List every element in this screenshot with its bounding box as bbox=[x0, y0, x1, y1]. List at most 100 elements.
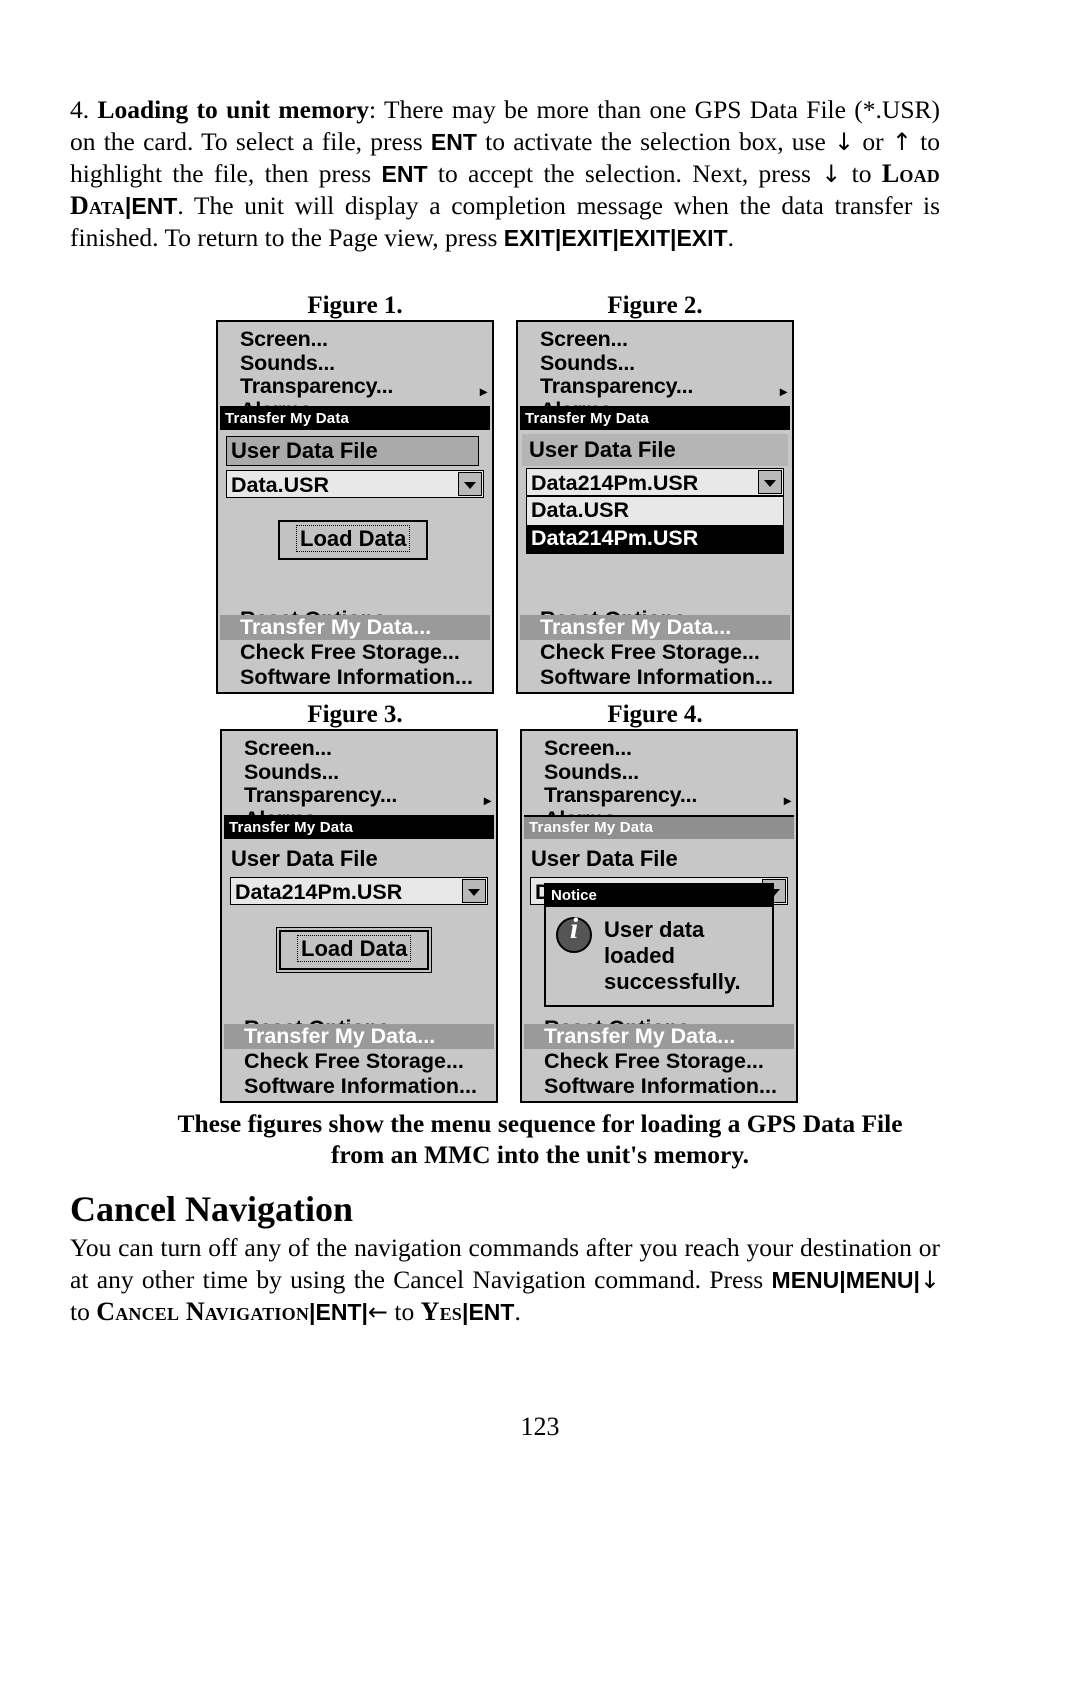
dropdown-option-data-usr[interactable]: Data.USR bbox=[527, 497, 783, 525]
step-bold-lead: Loading to unit memory bbox=[97, 95, 370, 124]
load-data-button[interactable]: Load Data bbox=[278, 520, 429, 560]
menu-item-reset-options-clipped[interactable]: Reset Options... bbox=[244, 1016, 494, 1024]
cn-text-4: . bbox=[514, 1297, 521, 1326]
key-ent-3: ENT bbox=[131, 193, 178, 219]
menu-item-sounds[interactable]: Sounds... bbox=[244, 760, 496, 785]
paragraph-cancel-navigation: You can turn off any of the navigation c… bbox=[70, 1232, 940, 1328]
dialog-title: Transfer My Data bbox=[220, 408, 490, 430]
combo-value: Data214Pm.USR bbox=[235, 880, 403, 904]
combo-value: Data.USR bbox=[231, 473, 329, 497]
figure-4-label: Figure 4. bbox=[607, 701, 703, 728]
notice-dialog: Notice User data loaded successfully. bbox=[544, 883, 774, 1007]
key-exit-3: EXIT bbox=[618, 225, 670, 251]
user-data-file-combo[interactable]: Data214Pm.USR bbox=[230, 877, 488, 905]
arrow-down-2: ↓ bbox=[821, 160, 842, 188]
figure-3-screen: Screen... Sounds... Transparency... Alar… bbox=[220, 729, 498, 1103]
figure-4-menu-list: Screen... Sounds... Transparency... Alar… bbox=[522, 731, 796, 819]
step-text-5: to accept the selection. Next, press bbox=[427, 159, 822, 188]
chevron-down-icon[interactable] bbox=[458, 472, 482, 496]
menu-item-software-information[interactable]: Software Information... bbox=[240, 665, 490, 690]
figure-caption: These figures show the menu sequence for… bbox=[70, 1108, 1010, 1170]
menu-item-check-free-storage[interactable]: Check Free Storage... bbox=[244, 1049, 494, 1074]
key-menu-1: MENU bbox=[771, 1267, 840, 1293]
step-text-2: to activate the selection box, use bbox=[476, 127, 835, 156]
key-ent-2: ENT bbox=[468, 1299, 515, 1325]
scroll-right-arrow: ▸ bbox=[779, 383, 787, 399]
figure-3-bottom-menu: Reset Options... Transfer My Data... Che… bbox=[224, 1016, 494, 1099]
key-ent-1: ENT bbox=[315, 1299, 362, 1325]
menu-item-software-information[interactable]: Software Information... bbox=[244, 1074, 494, 1099]
key-exit-4: EXIT bbox=[676, 225, 728, 251]
combo-value: Data214Pm.USR bbox=[531, 471, 699, 495]
user-data-file-combo[interactable]: Data214Pm.USR bbox=[526, 468, 784, 496]
scroll-right-arrow: ▸ bbox=[783, 792, 791, 808]
user-data-file-combo[interactable]: Data.USR bbox=[226, 470, 484, 498]
notice-line-2: successfully. bbox=[604, 969, 741, 994]
menu-item-transfer-my-data[interactable]: Transfer My Data... bbox=[524, 1024, 794, 1049]
section-heading-cancel-navigation: Cancel Navigation bbox=[70, 1189, 353, 1229]
load-data-button-label: Load Data bbox=[297, 935, 412, 962]
info-icon bbox=[556, 916, 592, 953]
figure-3-menu-list: Screen... Sounds... Transparency... Alar… bbox=[222, 731, 496, 819]
figure-1-bottom-menu: Reset Options... Transfer My Data... Che… bbox=[220, 607, 490, 690]
field-label-user-data-file[interactable]: User Data File bbox=[522, 434, 788, 466]
menu-item-check-free-storage[interactable]: Check Free Storage... bbox=[544, 1049, 794, 1074]
arrow-left-1: ← bbox=[367, 1298, 389, 1326]
menu-name-cancel-navigation: Cancel Navigation bbox=[96, 1297, 310, 1326]
chevron-down-icon[interactable] bbox=[758, 470, 782, 494]
user-data-file-dropdown-list[interactable]: Data.USR Data214Pm.USR bbox=[526, 496, 784, 554]
dropdown-option-data214pm-usr[interactable]: Data214Pm.USR bbox=[527, 525, 783, 553]
cn-text-3: to bbox=[388, 1297, 421, 1326]
dialog-title: Transfer My Data bbox=[524, 817, 794, 839]
notice-line-1: User data loaded bbox=[604, 917, 705, 968]
chevron-down-icon[interactable] bbox=[462, 879, 486, 903]
menu-item-transparency[interactable]: Transparency... bbox=[240, 374, 492, 399]
menu-item-transparency[interactable]: Transparency... bbox=[540, 374, 792, 399]
menu-item-software-information[interactable]: Software Information... bbox=[540, 665, 790, 690]
menu-item-reset-options-clipped[interactable]: Reset Options... bbox=[540, 607, 790, 615]
menu-item-transfer-my-data[interactable]: Transfer My Data... bbox=[224, 1024, 494, 1049]
menu-item-sounds[interactable]: Sounds... bbox=[540, 351, 792, 376]
menu-item-transfer-my-data[interactable]: Transfer My Data... bbox=[220, 615, 490, 640]
notice-title: Notice bbox=[546, 885, 772, 907]
load-data-button[interactable]: Load Data bbox=[279, 930, 430, 970]
figure-1-screen: Screen... Sounds... Transparency... Alar… bbox=[216, 320, 494, 694]
key-exit-2: EXIT bbox=[561, 225, 613, 251]
menu-item-transfer-my-data[interactable]: Transfer My Data... bbox=[520, 615, 790, 640]
figure-3-transfer-dialog: Transfer My Data User Data File Data214P… bbox=[224, 815, 494, 1031]
menu-item-check-free-storage[interactable]: Check Free Storage... bbox=[240, 640, 490, 665]
menu-item-screen[interactable]: Screen... bbox=[240, 327, 492, 352]
menu-name-yes: Yes bbox=[420, 1297, 463, 1326]
key-ent-1: ENT bbox=[430, 129, 477, 155]
arrow-up-1: ↑ bbox=[891, 128, 912, 156]
menu-item-transparency[interactable]: Transparency... bbox=[544, 783, 796, 808]
step-text-3: or bbox=[854, 127, 892, 156]
step-text-6: to bbox=[841, 159, 882, 188]
arrow-down-1: ↓ bbox=[834, 128, 855, 156]
page-number: 123 bbox=[520, 1412, 560, 1441]
field-label-user-data-file[interactable]: User Data File bbox=[226, 436, 479, 466]
dialog-title: Transfer My Data bbox=[224, 817, 494, 839]
menu-item-transparency[interactable]: Transparency... bbox=[244, 783, 496, 808]
figure-2-menu-list: Screen... Sounds... Transparency... Alar… bbox=[518, 322, 792, 410]
arrow-down-1: ↓ bbox=[919, 1266, 940, 1294]
manual-page: 4. Loading to unit memory: There may be … bbox=[0, 0, 1080, 1682]
menu-item-screen[interactable]: Screen... bbox=[540, 327, 792, 352]
figure-1-label: Figure 1. bbox=[307, 292, 403, 319]
figure-4-screen: Screen... Sounds... Transparency... Alar… bbox=[520, 729, 798, 1103]
menu-item-sounds[interactable]: Sounds... bbox=[544, 760, 796, 785]
figure-2-screen: Screen... Sounds... Transparency... Alar… bbox=[516, 320, 794, 694]
field-label-user-data-file: User Data File bbox=[531, 846, 678, 871]
menu-item-screen[interactable]: Screen... bbox=[544, 736, 796, 761]
menu-item-reset-options-clipped[interactable]: Reset Options... bbox=[240, 607, 490, 615]
menu-item-software-information[interactable]: Software Information... bbox=[544, 1074, 794, 1099]
menu-item-sounds[interactable]: Sounds... bbox=[240, 351, 492, 376]
menu-item-check-free-storage[interactable]: Check Free Storage... bbox=[540, 640, 790, 665]
figure-2-label: Figure 2. bbox=[607, 292, 703, 319]
menu-item-screen[interactable]: Screen... bbox=[244, 736, 496, 761]
figure-3-label: Figure 3. bbox=[307, 701, 403, 728]
figure-2-transfer-dialog: Transfer My Data User Data File Data214P… bbox=[520, 406, 790, 622]
field-label-user-data-file[interactable]: User Data File bbox=[224, 839, 494, 875]
menu-item-reset-options-clipped[interactable]: Reset Options... bbox=[544, 1016, 794, 1024]
scroll-right-arrow: ▸ bbox=[479, 383, 487, 399]
